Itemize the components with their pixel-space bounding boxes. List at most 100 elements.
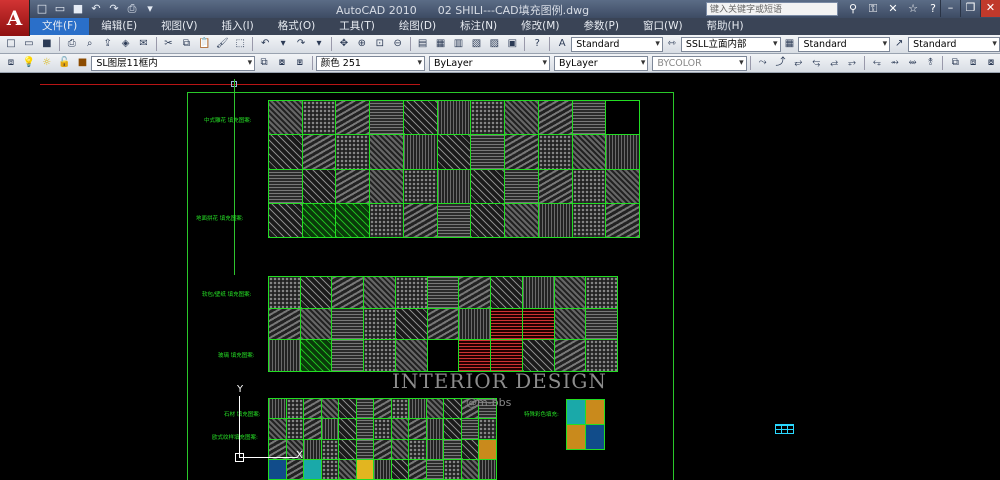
menu-item-1[interactable]: 编辑(E) (89, 18, 149, 35)
table-style-select[interactable]: Standard (798, 36, 891, 52)
minimize-icon[interactable]: – (940, 0, 960, 17)
layer-walk-icon[interactable]: ⥆ (869, 55, 885, 71)
block-editor-icon[interactable]: ⬚ (232, 36, 248, 52)
binoculars-icon[interactable]: ⚲ (845, 1, 861, 17)
menu-item-2[interactable]: 视图(V) (149, 18, 209, 35)
menu-item-7[interactable]: 标注(N) (448, 18, 509, 35)
plot-preview-icon[interactable]: ⌕ (82, 36, 98, 52)
zoom-window-icon[interactable]: ⊡ (372, 36, 388, 52)
hatch-swatch (426, 399, 444, 419)
properties-icon[interactable]: ▤ (415, 36, 431, 52)
application-menu-button[interactable]: A (0, 0, 30, 36)
menu-item-4[interactable]: 格式(O) (266, 18, 327, 35)
save-icon[interactable]: ■ (39, 36, 55, 52)
undo-icon[interactable]: ↶ (88, 1, 104, 17)
calculator-icon[interactable]: ▣ (504, 36, 520, 52)
menu-item-10[interactable]: 窗口(W) (631, 18, 695, 35)
menu-item-5[interactable]: 工具(T) (327, 18, 387, 35)
match-properties-icon[interactable]: 🖌 (214, 36, 230, 52)
layer-translate-icon[interactable]: ⥉ (923, 55, 939, 71)
save-icon[interactable]: ■ (70, 1, 86, 17)
print-icon[interactable]: ⎙ (124, 1, 140, 17)
dim-style-select[interactable]: SSLL立面内部 (680, 36, 781, 52)
label-upholstery: 软包/壁纸 填充图案: (202, 292, 252, 298)
plot-icon[interactable]: ⎙ (64, 36, 80, 52)
cut-icon[interactable]: ✂ (161, 36, 177, 52)
layer-off-tool-icon[interactable]: ⥄ (826, 55, 842, 71)
search-input[interactable] (706, 2, 838, 16)
open-icon[interactable]: ▭ (21, 36, 37, 52)
layer-view-icon[interactable]: ⧈ (965, 55, 981, 71)
copy-icon[interactable]: ⧉ (178, 36, 194, 52)
communication-icon[interactable]: ✕ (885, 1, 901, 17)
layer-lock-icon[interactable]: 🔓 (57, 55, 73, 71)
publish-icon[interactable]: ⇪ (100, 36, 116, 52)
layer-on-bulb-icon[interactable]: 💡 (21, 55, 37, 71)
3d-dwf-icon[interactable]: ◈ (118, 36, 134, 52)
menu-item-6[interactable]: 绘图(D) (387, 18, 448, 35)
color-select[interactable]: 颜色 251 (315, 55, 425, 71)
layer-delete-icon[interactable]: ⥈ (905, 55, 921, 71)
qat-dropdown-icon[interactable]: ▾ (142, 1, 158, 17)
redo-dropdown-icon[interactable]: ▾ (311, 36, 327, 52)
new-icon[interactable]: □ (3, 36, 19, 52)
zoom-realtime-icon[interactable]: ⊕ (354, 36, 370, 52)
tool-palettes-icon[interactable]: ▥ (451, 36, 467, 52)
hatch-swatch (444, 399, 461, 419)
zoom-previous-icon[interactable]: ⊖ (390, 36, 406, 52)
text-style-select[interactable]: Standard (571, 36, 663, 52)
green-guide-line (234, 79, 235, 275)
copy-layer-icon[interactable]: ⧉ (947, 55, 963, 71)
layer-match-icon[interactable]: ⥂ (790, 55, 806, 71)
layer-states-icon[interactable]: ⧆ (292, 55, 308, 71)
layer-previous-icon[interactable]: ⧇ (274, 55, 290, 71)
open-folder-icon[interactable]: ▭ (52, 1, 68, 17)
pan-icon[interactable]: ✥ (336, 36, 352, 52)
help-icon[interactable]: ? (529, 36, 545, 52)
multileader-style-select[interactable]: Standard (908, 36, 1000, 52)
title-icons: ⚲ ⚿ ✕ ☆ ? (845, 1, 941, 17)
paste-icon[interactable]: 📋 (196, 36, 212, 52)
hatch-swatch (554, 340, 586, 371)
hatch-swatch (269, 203, 302, 237)
subscription-icon[interactable]: ⚿ (865, 1, 881, 17)
menu-item-0[interactable]: 文件(F) (30, 18, 90, 35)
redo-icon[interactable]: ↷ (293, 36, 309, 52)
drawing-canvas[interactable]: 中式雕花 填充图案: 地面拼花 填充图案: 软包/壁纸 填充图案: 玻璃 填充图… (0, 73, 1000, 480)
hatch-swatch (505, 101, 538, 135)
make-current-layer-icon[interactable]: ⧉ (256, 55, 272, 71)
hatch-swatch (572, 101, 606, 135)
watermark-text: INTERIOR DESIGN (392, 369, 607, 393)
sheet-set-icon[interactable]: ▧ (469, 36, 485, 52)
undo-dropdown-icon[interactable]: ▾ (275, 36, 291, 52)
hatch-swatch (302, 203, 336, 237)
close-icon[interactable]: ✕ (980, 0, 1000, 17)
plotstyle-select[interactable]: BYCOLOR (652, 55, 747, 71)
design-center-icon[interactable]: ▦ (433, 36, 449, 52)
linetype-select[interactable]: ByLayer (428, 55, 551, 71)
layer-lock-tool-icon[interactable]: ⥅ (844, 55, 860, 71)
layer-merge-icon[interactable]: ⥇ (887, 55, 903, 71)
redo-icon[interactable]: ↷ (106, 1, 122, 17)
layer-nest-icon[interactable]: ⧇ (983, 55, 999, 71)
new-file-icon[interactable]: □ (34, 1, 50, 17)
menu-item-11[interactable]: 帮助(H) (695, 18, 756, 35)
menu-item-3[interactable]: 插入(I) (209, 18, 265, 35)
undo-icon[interactable]: ↶ (257, 36, 273, 52)
hatch-swatch (427, 308, 459, 340)
menu-item-9[interactable]: 参数(P) (571, 18, 631, 35)
layer-freeze-icon[interactable]: ☼ (39, 55, 55, 71)
lineweight-select[interactable]: ByLayer (554, 55, 649, 71)
favorites-star-icon[interactable]: ☆ (905, 1, 921, 17)
hatch-swatch (491, 308, 522, 340)
help-icon[interactable]: ? (925, 1, 941, 17)
unisolate-layer-icon[interactable]: ⤴ (773, 55, 789, 71)
menu-item-8[interactable]: 修改(M) (509, 18, 571, 35)
layer-properties-icon[interactable]: ⧈ (3, 55, 19, 71)
isolate-layer-icon[interactable]: ⤳ (755, 55, 771, 71)
layer-freeze-tool-icon[interactable]: ⥃ (808, 55, 824, 71)
markup-icon[interactable]: ▨ (486, 36, 502, 52)
etransmit-icon[interactable]: ✉ (136, 36, 152, 52)
restore-icon[interactable]: ❐ (960, 0, 980, 17)
layer-select[interactable]: SL图层11框内 (91, 55, 256, 71)
